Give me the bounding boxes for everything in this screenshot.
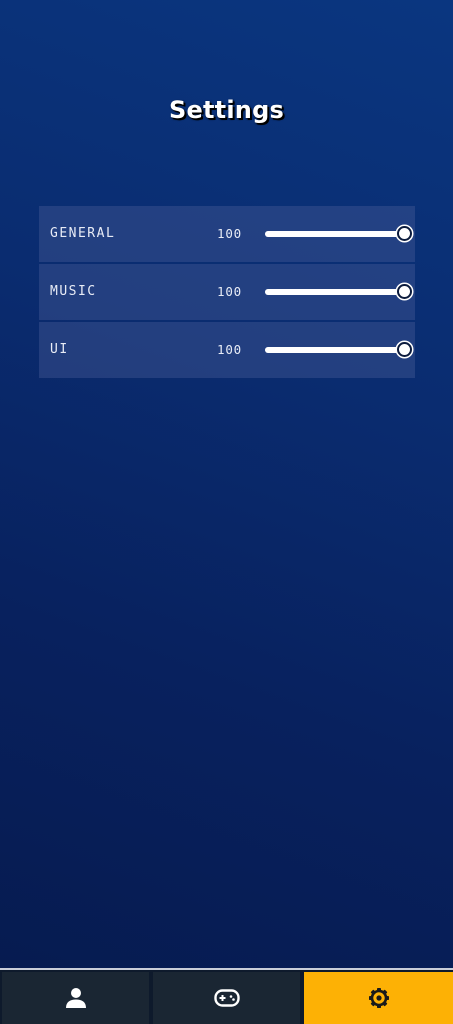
setting-label: UI [50, 342, 69, 357]
slider-fill [265, 289, 405, 295]
setting-value: 100 [217, 342, 242, 357]
slider-fill [265, 231, 405, 237]
setting-row-ui: UI 100 [39, 322, 415, 378]
setting-row-music: MUSIC 100 [39, 264, 415, 320]
slider-thumb[interactable] [397, 342, 412, 357]
nav-profile-button[interactable] [2, 972, 149, 1024]
ui-volume-slider[interactable] [265, 342, 412, 358]
nav-settings-button[interactable] [304, 972, 453, 1024]
person-icon [65, 987, 87, 1009]
nav-games-button[interactable] [153, 972, 300, 1024]
bottom-nav-bar [0, 968, 453, 1024]
setting-value: 100 [217, 226, 242, 241]
gamepad-icon [213, 989, 240, 1007]
music-volume-slider[interactable] [265, 284, 412, 300]
slider-fill [265, 347, 405, 353]
gear-icon [368, 987, 390, 1009]
page-title: Settings [169, 96, 284, 124]
setting-value: 100 [217, 284, 242, 299]
volume-settings-panel: GENERAL 100 MUSIC 100 UI 100 [39, 206, 415, 380]
setting-label: GENERAL [50, 226, 116, 241]
general-volume-slider[interactable] [265, 226, 412, 242]
setting-row-general: GENERAL 100 [39, 206, 415, 262]
setting-label: MUSIC [50, 284, 97, 299]
slider-thumb[interactable] [397, 226, 412, 241]
slider-thumb[interactable] [397, 284, 412, 299]
